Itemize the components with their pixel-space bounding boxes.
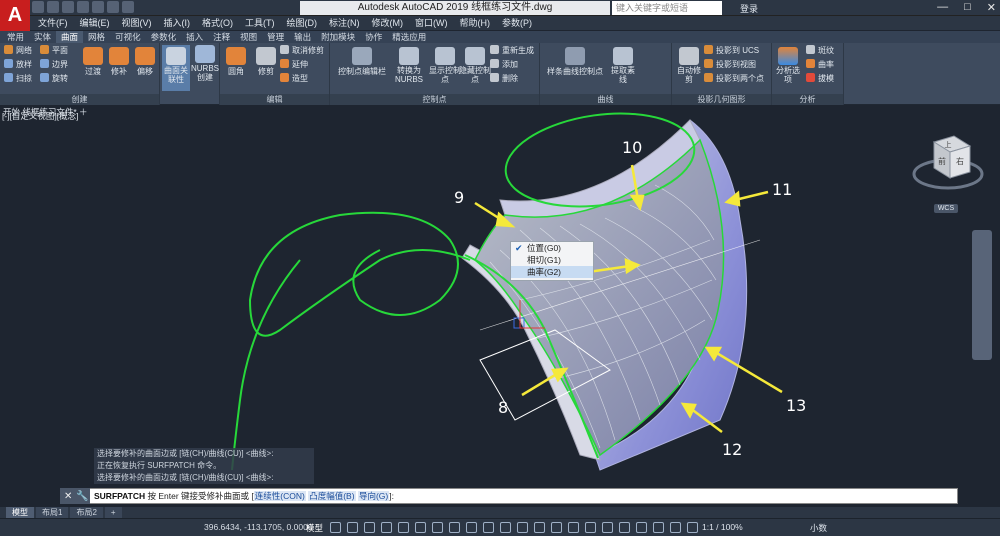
- navigation-bar[interactable]: [972, 230, 992, 360]
- layout-tab[interactable]: 模型: [6, 507, 34, 518]
- wrench-icon[interactable]: 🔧: [76, 491, 88, 502]
- status-bar: 396.6434, -113.1705, 0.0000 模型 1:1 / 100…: [0, 518, 1000, 536]
- command-history-line: 正在恢复执行 SURFPATCH 命令。: [94, 460, 314, 472]
- layout-tab[interactable]: 布局1: [36, 507, 69, 518]
- model-space-button[interactable]: 模型: [306, 522, 323, 534]
- command-history-line: 选择要修补的曲面边或 [链(CH)/曲线(CU)] <曲线>:: [94, 472, 314, 484]
- coordinate-readout[interactable]: 396.6434, -113.1705, 0.0000: [204, 522, 313, 532]
- viewcube[interactable]: 上 前 右: [912, 128, 984, 208]
- viewcube-front[interactable]: 前: [938, 156, 946, 166]
- check-icon: ✔: [515, 243, 523, 253]
- status-toggles[interactable]: [330, 522, 698, 533]
- layout-tab[interactable]: 布局2: [70, 507, 103, 518]
- layout-tab[interactable]: +: [104, 507, 122, 518]
- callout-13: 13: [786, 396, 807, 415]
- annotation-scale[interactable]: 1:1 / 100%: [702, 522, 743, 532]
- context-item-tangent[interactable]: 相切(G1): [511, 254, 593, 266]
- viewcube-right[interactable]: 右: [956, 156, 964, 166]
- layout-tabs: 模型 布局1 布局2 +: [0, 507, 1000, 518]
- command-line-tools[interactable]: ✕ 🔧: [60, 488, 90, 504]
- context-item-position[interactable]: ✔ 位置(G0): [511, 242, 593, 254]
- command-prompt[interactable]: SURFPATCH 按 Enter 键接受修补曲面或 [连续性(CON) 凸度幅…: [94, 490, 394, 502]
- command-history-line: 选择要修补的曲面边或 [链(CH)/曲线(CU)] <曲线>:: [94, 448, 314, 460]
- option-bulge[interactable]: 凸度幅值(B): [308, 491, 356, 501]
- callout-11: 11: [772, 180, 793, 199]
- command-history: 选择要修补的曲面边或 [链(CH)/曲线(CU)] <曲线>: 正在恢复执行 S…: [94, 448, 314, 484]
- callout-10: 10: [622, 138, 643, 157]
- viewcube-top[interactable]: 上: [945, 140, 952, 149]
- continuity-context-menu: ✔ 位置(G0) 相切(G1) 曲率(G2): [510, 241, 594, 281]
- option-continuity[interactable]: 连续性(CON): [253, 491, 306, 501]
- command-prompt-text: 按 Enter 键接受修补曲面或 [: [145, 491, 254, 501]
- command-name: SURFPATCH: [94, 491, 146, 501]
- callout-8: 8: [498, 398, 509, 417]
- callout-12: 12: [722, 440, 743, 459]
- option-guides[interactable]: 导向(G): [357, 491, 390, 501]
- context-item-curvature[interactable]: 曲率(G2): [511, 266, 593, 278]
- wcs-menu[interactable]: WCS: [934, 204, 958, 213]
- units-selector[interactable]: 小数: [810, 522, 827, 534]
- callout-9: 9: [454, 188, 465, 207]
- close-icon[interactable]: ✕: [64, 491, 72, 502]
